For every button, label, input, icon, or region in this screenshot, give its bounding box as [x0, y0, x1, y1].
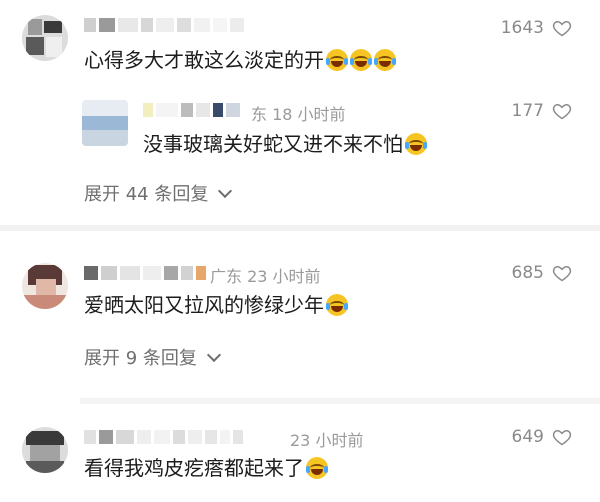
- laughing-emoji-icon: [405, 133, 427, 155]
- laughing-emoji-icon: [326, 49, 348, 71]
- comment-text: 爱晒太阳又拉风的惨绿少年: [84, 292, 348, 318]
- expand-replies-button[interactable]: 展开 44 条回复: [84, 180, 233, 206]
- username-obscured[interactable]: [84, 16, 244, 34]
- like-count: 1643: [500, 18, 544, 38]
- like-count: 649: [511, 427, 544, 447]
- expand-label: 展开 44 条回复: [84, 184, 209, 205]
- comment-text: 心得多大才敢这么淡定的开: [84, 47, 396, 73]
- avatar[interactable]: [22, 15, 68, 61]
- username-obscured[interactable]: [84, 428, 243, 446]
- avatar[interactable]: [22, 263, 68, 309]
- divider: [0, 225, 600, 231]
- heart-icon[interactable]: [552, 427, 572, 447]
- comment-meta: 23 小时前: [290, 431, 364, 450]
- laughing-emoji-icon: [326, 294, 348, 316]
- comment-meta: 广东 23 小时前: [210, 267, 321, 286]
- username-obscured[interactable]: [143, 101, 240, 119]
- reply-like-count: 177: [511, 101, 544, 121]
- heart-icon[interactable]: [552, 101, 572, 121]
- reply-meta: 东 18 小时前: [251, 105, 346, 124]
- laughing-emoji-icon: [350, 49, 372, 71]
- divider: [80, 398, 600, 404]
- expand-replies-button[interactable]: 展开 9 条回复: [84, 344, 221, 370]
- laughing-emoji-icon: [306, 457, 328, 479]
- reply-avatar[interactable]: [82, 100, 128, 146]
- heart-icon[interactable]: [552, 263, 572, 283]
- username-obscured[interactable]: [84, 264, 206, 282]
- chevron-down-icon: [218, 183, 233, 199]
- laughing-emoji-icon: [374, 49, 396, 71]
- avatar[interactable]: [22, 427, 68, 473]
- chevron-down-icon: [206, 347, 221, 363]
- expand-label: 展开 9 条回复: [84, 348, 197, 369]
- like-count: 685: [511, 263, 544, 283]
- heart-icon[interactable]: [552, 18, 572, 38]
- reply-text: 没事玻璃关好蛇又进不来不怕: [143, 131, 427, 157]
- comment-text: 看得我鸡皮疙瘩都起来了: [84, 455, 328, 481]
